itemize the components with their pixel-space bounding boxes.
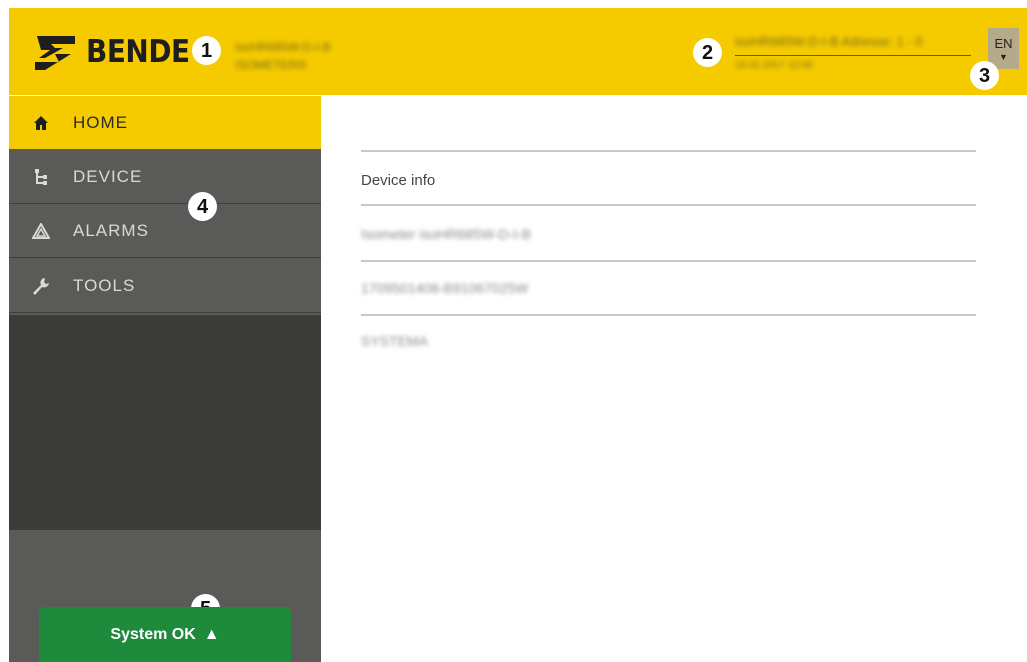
brand-logo: BENDE [31,32,201,72]
logo-text: BENDE [86,33,190,70]
info-row-serial: 1709501408-B91067025W [361,280,529,296]
status-label: System OK [110,625,196,643]
system-status-button[interactable]: System OK ▲ [39,607,291,662]
device-address[interactable]: isoHR685W-D-I-B Adresse: 1 - 0 [735,34,975,50]
device-identity: isoHR685W-D-I-B ISOMETER® [235,38,331,74]
language-label: EN [994,36,1013,51]
sidebar-empty-area [9,315,321,530]
divider [361,150,976,152]
section-title: Device info [361,172,436,189]
main-content: Device info Isometer isoHR685W-D-I-B 170… [321,96,1027,662]
home-icon [30,112,52,134]
sidebar: HOME DEVICE 4 ALARMS TOOLS 5 System OK ▲ [9,96,321,662]
device-name: isoHR685W-D-I-B [235,40,331,54]
divider [361,260,976,262]
callout-badge-3: 3 [970,61,999,90]
nav-item-home[interactable]: HOME [9,96,321,149]
nav-item-device[interactable]: DEVICE [9,151,321,204]
info-row-device: Isometer isoHR685W-D-I-B [361,226,532,242]
nav-label-alarms: ALARMS [73,221,149,240]
callout-badge-2: 2 [693,38,722,67]
device-time: 16.01.2017 12:00 [735,60,813,71]
lightning-logo-icon [35,36,75,70]
nav-label-home: HOME [73,112,128,132]
device-type: ISOMETER® [235,58,307,72]
dropdown-arrow-icon: ▼ [999,52,1008,62]
nav-item-tools[interactable]: TOOLS [9,260,321,313]
nav-item-alarms[interactable]: ALARMS [9,205,321,258]
device-address-block[interactable]: isoHR685W-D-I-B Adresse: 1 - 0 16.01.201… [735,34,975,72]
warning-icon [30,220,52,242]
header-bar: BENDE 1 isoHR685W-D-I-B ISOMETER® 2 isoH… [9,8,1027,95]
info-row-system: SYSTEMA [361,333,428,349]
wrench-icon [30,275,52,297]
triangle-up-icon: ▲ [203,625,220,643]
divider [361,314,976,316]
tree-icon [30,166,52,188]
nav-label-tools: TOOLS [73,276,136,295]
callout-badge-1: 1 [192,36,221,65]
nav-label-device: DEVICE [73,167,143,186]
divider [361,204,976,206]
address-underline [735,55,971,56]
